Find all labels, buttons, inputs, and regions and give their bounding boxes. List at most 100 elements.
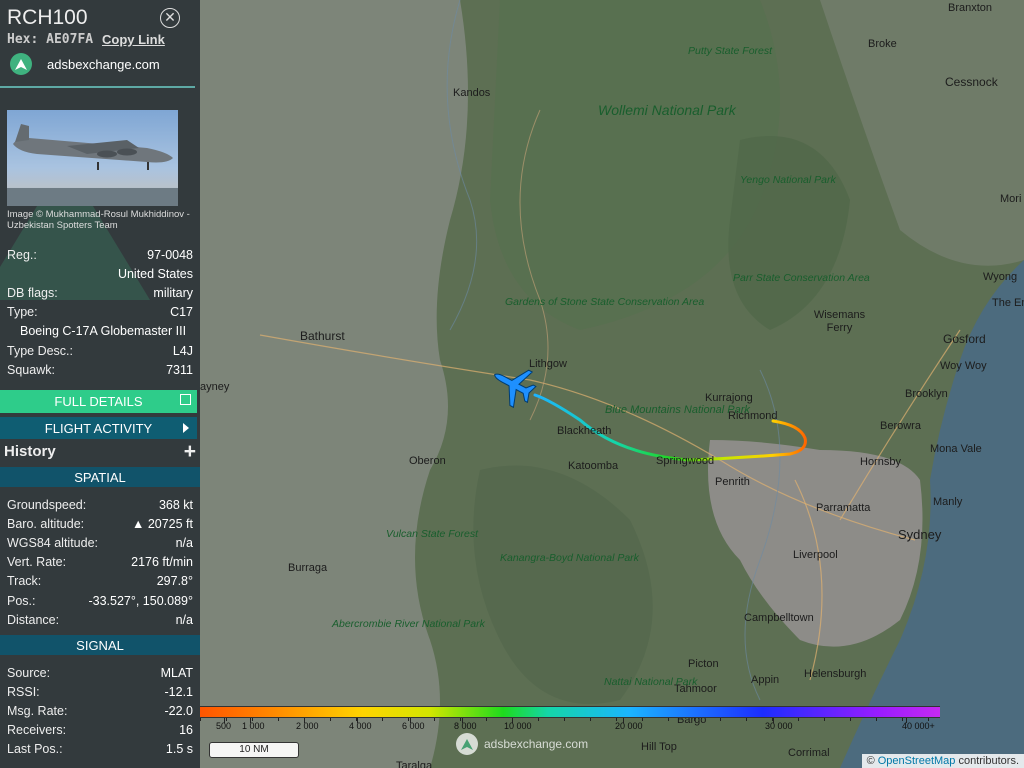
map-label-ayney: ayney (200, 381, 230, 393)
altitude-scale-minor-tick (824, 718, 825, 721)
map-label-bathurst: Bathurst (300, 329, 345, 343)
signal-section: Source: MLAT RSSI: -12.1 Msg. Rate: -22.… (0, 663, 200, 759)
map-label-berowra: Berowra (880, 420, 921, 432)
aircraft-photo[interactable] (7, 110, 178, 206)
map-label-corrimal: Corrimal (788, 747, 830, 759)
type-full-row: Boeing C-17A Globemaster III (0, 322, 200, 341)
hex-row: Hex: AE07FA (7, 32, 93, 47)
distance-label: Distance: (7, 612, 60, 627)
map-label-wyong: Wyong (983, 271, 1018, 283)
map-label-lithgow: Lithgow (529, 358, 567, 370)
type-row: Type: C17 (0, 303, 200, 322)
adsbx-logo-icon (10, 53, 32, 75)
altitude-scale-minor-tick (330, 718, 331, 721)
openstreetmap-link[interactable]: OpenStreetMap (878, 755, 956, 767)
history-toggle[interactable]: History + (4, 440, 196, 463)
map-label-parr-state-conservation-area: Parr State Conservation Area (733, 272, 870, 284)
photo-credit: Image © Mukhammad-Rosul Mukhiddinov - Uz… (7, 209, 190, 231)
altitude-scale-minor-tick (252, 718, 253, 721)
last-pos-value: 1.5 s (165, 742, 193, 757)
baro-altitude-row: Baro. altitude: ▲ 20725 ft (0, 514, 200, 533)
track-label: Track: (7, 574, 42, 589)
source-label: Source: (7, 665, 51, 680)
plus-icon[interactable]: + (184, 440, 196, 464)
adsbx-link[interactable]: adsbexchange.com (10, 53, 160, 75)
map-label-kandos: Kandos (453, 87, 491, 99)
map-label-sydney: Sydney (898, 527, 942, 542)
altitude-scale-minor-tick (226, 718, 227, 721)
attribution-prefix: © (866, 755, 875, 767)
rssi-row: RSSI: -12.1 (0, 682, 200, 701)
altitude-scale-minor-tick (668, 718, 669, 721)
spatial-section: Groundspeed: 368 kt Baro. altitude: ▲ 20… (0, 495, 200, 629)
wgs84-altitude-label: WGS84 altitude: (7, 535, 99, 550)
distance-value: n/a (175, 612, 193, 627)
position-row: Pos.: -33.527°, 150.089° (0, 591, 200, 610)
adsbx-site-label: adsbexchange.com (47, 56, 160, 72)
track-row: Track: 297.8° (0, 572, 200, 591)
map-label-parramatta: Parramatta (816, 502, 871, 514)
attribution-suffix: contributors. (958, 755, 1019, 767)
type-label: Type: (7, 305, 38, 320)
external-link-icon (180, 394, 191, 405)
typedesc-value: L4J (172, 343, 193, 358)
baro-altitude-label: Baro. altitude: (7, 516, 85, 531)
map-label-taralga: Taralga (396, 760, 433, 768)
altitude-scale-label: 40 000+ (902, 721, 935, 731)
map-label-the-en: The En (992, 297, 1024, 309)
altitude-scale-label: 2 000 (296, 721, 319, 731)
altitude-scale-label: 20 000 (615, 721, 643, 731)
distance-row: Distance: n/a (0, 610, 200, 629)
full-details-button[interactable]: FULL DETAILS (0, 390, 197, 413)
aircraft-details: Reg.: 97-0048 United States DB flags: mi… (0, 245, 200, 379)
altitude-scale-minor-tick (538, 718, 539, 721)
altitude-color-legend (200, 706, 940, 718)
adsbx-logo-icon (456, 733, 478, 755)
altitude-scale-minor-tick (616, 718, 617, 721)
altitude-scale-label: 1 000 (242, 721, 265, 731)
last-pos-row: Last Pos.: 1.5 s (0, 740, 200, 759)
last-pos-label: Last Pos.: (7, 742, 63, 757)
country-row: United States (0, 264, 200, 283)
altitude-scale-minor-tick (200, 718, 201, 721)
map-label-yengo-national-park: Yengo National Park (740, 174, 836, 186)
map-label-broke: Broke (868, 38, 897, 50)
altitude-scale-minor-tick (746, 718, 747, 721)
hex-label: Hex: (7, 32, 39, 47)
map-label-mona-vale: Mona Vale (930, 443, 982, 455)
msg-rate-value: -22.0 (164, 703, 194, 718)
altitude-scale-minor-tick (772, 718, 773, 721)
altitude-scale-minor-tick (408, 718, 409, 721)
receivers-value: 16 (179, 723, 193, 738)
divider (0, 86, 195, 88)
position-value: -33.527°, 150.089° (88, 593, 193, 608)
map-label-branxton: Branxton (948, 2, 993, 14)
baro-altitude-value: ▲ 20725 ft (131, 516, 193, 531)
hex-value: AE07FA (46, 32, 94, 47)
map-label-liverpool: Liverpool (793, 549, 838, 561)
map-label-woy-woy: Woy Woy (940, 360, 987, 372)
map-label-blackheath: Blackheath (557, 425, 612, 437)
groundspeed-row: Groundspeed: 368 kt (0, 495, 200, 514)
altitude-scale-minor-tick (902, 718, 903, 721)
source-row: Source: MLAT (0, 663, 200, 682)
scale-bar: 10 NM (209, 742, 299, 758)
receivers-row: Receivers: 16 (0, 721, 200, 740)
map-label-brooklyn: Brooklyn (905, 388, 948, 400)
vert-rate-row: Vert. Rate: 2176 ft/min (0, 553, 200, 572)
flight-activity-button[interactable]: FLIGHT ACTIVITY (0, 417, 197, 439)
close-icon[interactable]: ✕ (160, 8, 180, 28)
copy-link[interactable]: Copy Link (102, 32, 165, 47)
map-view[interactable]: Branxton Broke Cessnock Putty State Fore… (200, 0, 1024, 768)
country-value: United States (117, 266, 193, 281)
type-full-value: Boeing C-17A Globemaster III (20, 324, 187, 339)
full-details-label: FULL DETAILS (54, 394, 143, 409)
map-label-helensburgh: Helensburgh (804, 668, 867, 680)
map-label-kanangra-boyd-national-park: Kanangra-Boyd National Park (500, 552, 639, 564)
altitude-scale-minor-tick (434, 718, 435, 721)
altitude-scale-label: 500 (216, 721, 232, 731)
altitude-scale-minor-tick (720, 718, 721, 721)
map-label-burraga: Burraga (288, 562, 328, 574)
map-label-appin: Appin (751, 674, 780, 686)
map-label-katoomba: Katoomba (568, 460, 619, 472)
